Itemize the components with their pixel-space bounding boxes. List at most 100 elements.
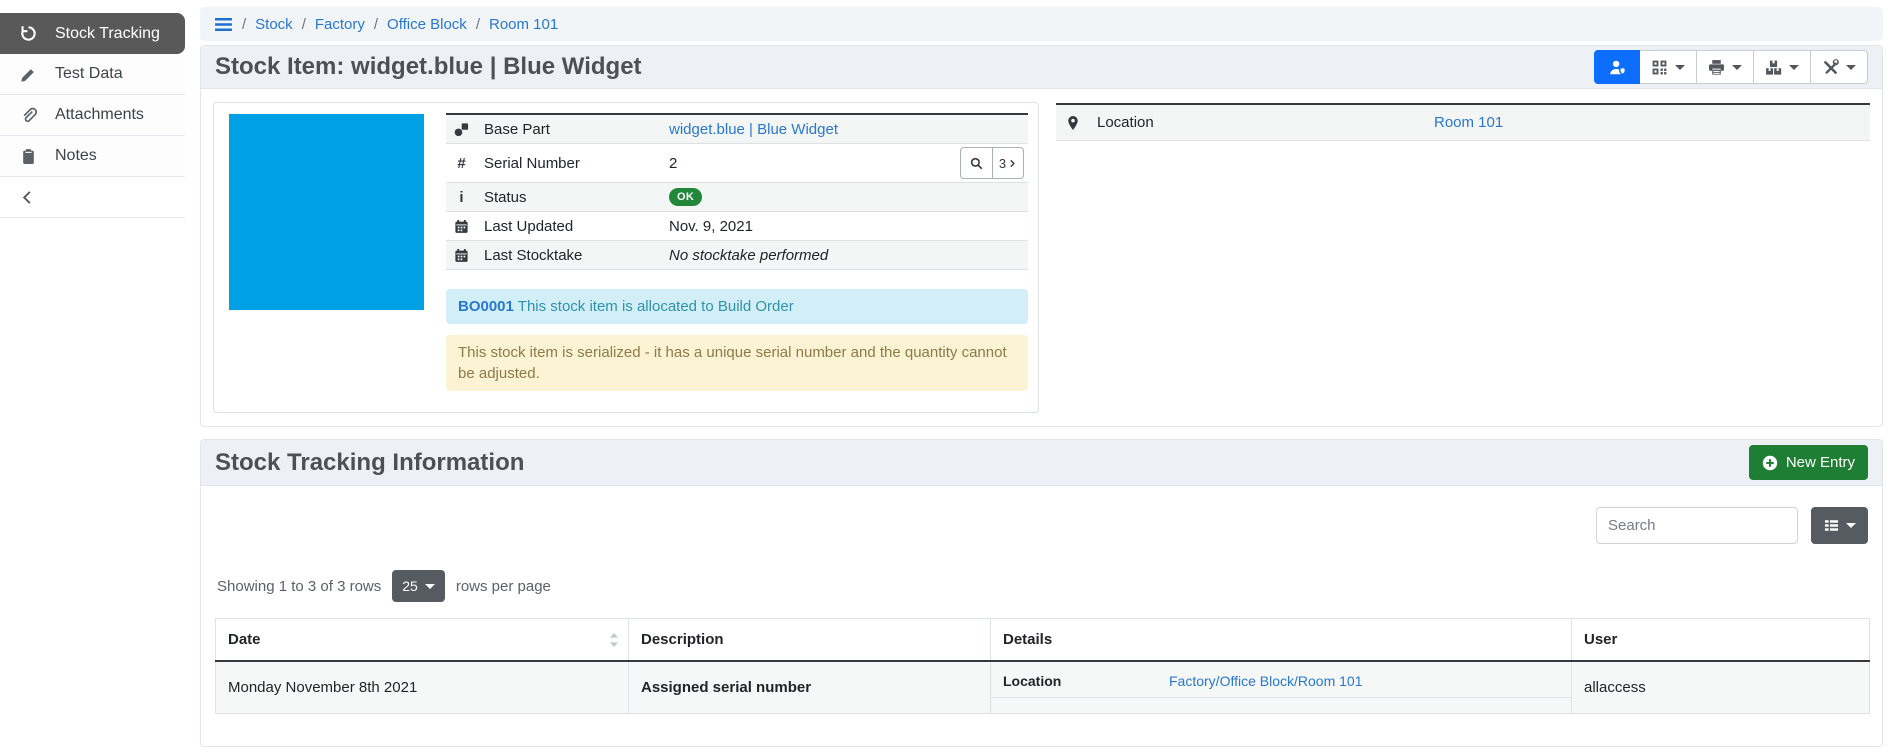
breadcrumb-link-room-101[interactable]: Room 101 <box>489 16 558 33</box>
chevron-left-icon <box>20 190 35 205</box>
detail-row-serial-number: # Serial Number 2 3 <box>446 144 1028 183</box>
column-header-date[interactable]: Date <box>216 619 629 662</box>
clipboard-icon <box>20 148 37 165</box>
caret-down-icon <box>1675 65 1685 70</box>
next-serial-button[interactable]: 3 <box>993 147 1024 179</box>
serialized-warning-alert: This stock item is serialized - it has a… <box>446 335 1028 391</box>
stock-tracking-panel-header: Stock Tracking Information New Entry <box>201 440 1882 486</box>
breadcrumb-link-stock[interactable]: Stock <box>255 16 293 33</box>
tracking-table: Date Description Details User <box>215 618 1870 714</box>
new-entry-label: New Entry <box>1786 454 1855 471</box>
build-order-alert-text: This stock item is allocated to Build Or… <box>518 298 794 315</box>
sort-icon <box>609 632 619 648</box>
base-part-link[interactable]: widget.blue | Blue Widget <box>669 121 838 138</box>
search-input[interactable] <box>1596 507 1798 544</box>
detail-row-last-stocktake: Last Stocktake No stocktake performed <box>446 241 1028 270</box>
tools-icon <box>1822 59 1839 76</box>
calendar-icon <box>454 219 469 234</box>
stock-actions-button[interactable] <box>1754 50 1811 84</box>
map-pin-icon <box>1066 115 1080 131</box>
sidebar-item-notes[interactable]: Notes <box>0 136 185 177</box>
breadcrumb: Stock Factory Office Block Room 101 <box>200 7 1883 41</box>
plus-circle-icon <box>1762 455 1778 471</box>
detail-row-last-updated: Last Updated Nov. 9, 2021 <box>446 212 1028 241</box>
stock-item-panel-body: Base Part widget.blue | Blue Widget # Se… <box>201 89 1882 426</box>
cell-date: Monday November 8th 2021 <box>216 661 629 714</box>
cell-description: Assigned serial number <box>629 661 991 714</box>
user-permissions-button[interactable] <box>1594 50 1640 84</box>
last-updated-value: Nov. 9, 2021 <box>669 218 753 235</box>
breadcrumb-separator <box>233 16 255 33</box>
print-actions-button[interactable] <box>1697 50 1754 84</box>
info-icon: i <box>454 189 469 206</box>
sidebar-collapse-button[interactable] <box>0 177 185 218</box>
barcode-actions-button[interactable] <box>1640 50 1697 84</box>
stock-item-details-table: Base Part widget.blue | Blue Widget # Se… <box>446 113 1028 270</box>
hamburger-menu-icon[interactable] <box>214 17 233 32</box>
detail-label: Last Stocktake <box>484 247 669 264</box>
detail-row-base-part: Base Part widget.blue | Blue Widget <box>446 115 1028 144</box>
history-icon <box>20 25 37 42</box>
caret-down-icon <box>1732 65 1742 70</box>
serialized-warning-text: This stock item is serialized - it has a… <box>458 344 1007 382</box>
build-order-link[interactable]: BO0001 <box>458 298 514 315</box>
detail-label: Status <box>484 189 669 206</box>
breadcrumb-separator <box>365 16 387 33</box>
detail-label: Base Part <box>484 121 669 138</box>
caret-down-icon <box>1846 65 1856 70</box>
new-entry-button[interactable]: New Entry <box>1749 445 1868 480</box>
tracking-table-header-row: Date Description Details User <box>216 619 1870 662</box>
detail-label: Last Updated <box>484 218 669 235</box>
stock-item-panel: Stock Item: widget.blue | Blue Widget <box>200 45 1883 427</box>
build-order-alert: BO0001 This stock item is allocated to B… <box>446 289 1028 324</box>
qrcode-icon <box>1651 59 1668 76</box>
printer-icon <box>1708 59 1725 76</box>
tracking-location-link[interactable]: Factory/Office Block/Room 101 <box>1169 673 1362 689</box>
sidebar-item-label: Attachments <box>55 106 144 124</box>
part-thumbnail-image[interactable] <box>229 114 424 310</box>
page-size-dropdown[interactable]: 25 <box>392 570 445 602</box>
showing-rows-text: Showing 1 to 3 of 3 rows <box>217 578 381 595</box>
shapes-icon <box>454 122 469 137</box>
table-columns-button[interactable] <box>1811 507 1868 544</box>
stock-item-settings-button[interactable] <box>1811 50 1868 84</box>
serial-number-value: 2 <box>669 155 677 172</box>
sidebar-item-test-data[interactable]: Test Data <box>0 54 185 95</box>
detail-row-status: i Status OK <box>446 183 1028 212</box>
stock-tracking-panel: Stock Tracking Information New Entry Sho… <box>200 439 1883 747</box>
stock-item-toolbar <box>1594 50 1868 84</box>
column-header-label: Description <box>641 631 724 648</box>
sidebar: Stock Tracking Test Data Attachments Not… <box>0 13 185 218</box>
column-header-label: Details <box>1003 631 1052 648</box>
sidebar-item-attachments[interactable]: Attachments <box>0 95 185 136</box>
sidebar-item-stock-tracking[interactable]: Stock Tracking <box>0 13 185 54</box>
boxes-icon <box>1765 59 1782 76</box>
next-serial-value: 3 <box>999 156 1006 171</box>
breadcrumb-separator <box>467 16 489 33</box>
paperclip-icon <box>20 107 37 124</box>
status-badge: OK <box>669 188 702 206</box>
column-header-description: Description <box>629 619 991 662</box>
breadcrumb-separator <box>293 16 315 33</box>
main-content: Stock Factory Office Block Room 101 Stoc… <box>200 0 1883 747</box>
stock-item-detail-card: Base Part widget.blue | Blue Widget # Se… <box>213 102 1039 413</box>
page-title: Stock Item: widget.blue | Blue Widget <box>215 53 642 81</box>
column-header-user: User <box>1572 619 1870 662</box>
find-serial-button[interactable] <box>960 147 993 179</box>
cell-user: allaccess <box>1572 661 1870 714</box>
location-link[interactable]: Room 101 <box>1434 114 1503 131</box>
last-stocktake-value: No stocktake performed <box>669 247 828 264</box>
table-list-icon <box>1824 518 1839 533</box>
table-row[interactable]: Monday November 8th 2021 Assigned serial… <box>216 661 1870 714</box>
search-icon <box>970 157 983 170</box>
chevron-right-icon <box>1008 159 1017 168</box>
page-size-value: 25 <box>402 578 418 594</box>
breadcrumb-link-office-block[interactable]: Office Block <box>387 16 467 33</box>
breadcrumb-link-factory[interactable]: Factory <box>315 16 365 33</box>
calendar-icon <box>454 248 469 263</box>
pencil-icon <box>20 66 37 83</box>
stock-item-panel-header: Stock Item: widget.blue | Blue Widget <box>201 46 1882 89</box>
stock-tracking-panel-body: Showing 1 to 3 of 3 rows 25 rows per pag… <box>201 486 1882 746</box>
sidebar-item-label: Test Data <box>55 65 123 83</box>
serial-navigation: 3 <box>960 147 1024 179</box>
